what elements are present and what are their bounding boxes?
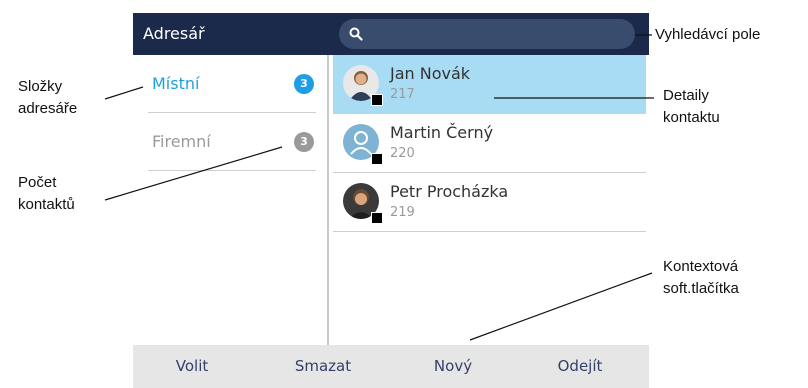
folders-callout: Složky adresáře [18, 78, 78, 117]
count-callout-line [104, 146, 283, 201]
search-field-callout: Vyhledávcí pole [655, 26, 761, 43]
count-callout: Počet kontaktů [18, 174, 75, 213]
details-callout: Detaily kontaktu [663, 87, 720, 126]
callout-lines [104, 34, 654, 341]
softkeys-callout: Kontextová soft.tlačítka [663, 258, 739, 297]
folders-callout-line [104, 86, 144, 100]
softkeys-callout-line [469, 272, 653, 341]
